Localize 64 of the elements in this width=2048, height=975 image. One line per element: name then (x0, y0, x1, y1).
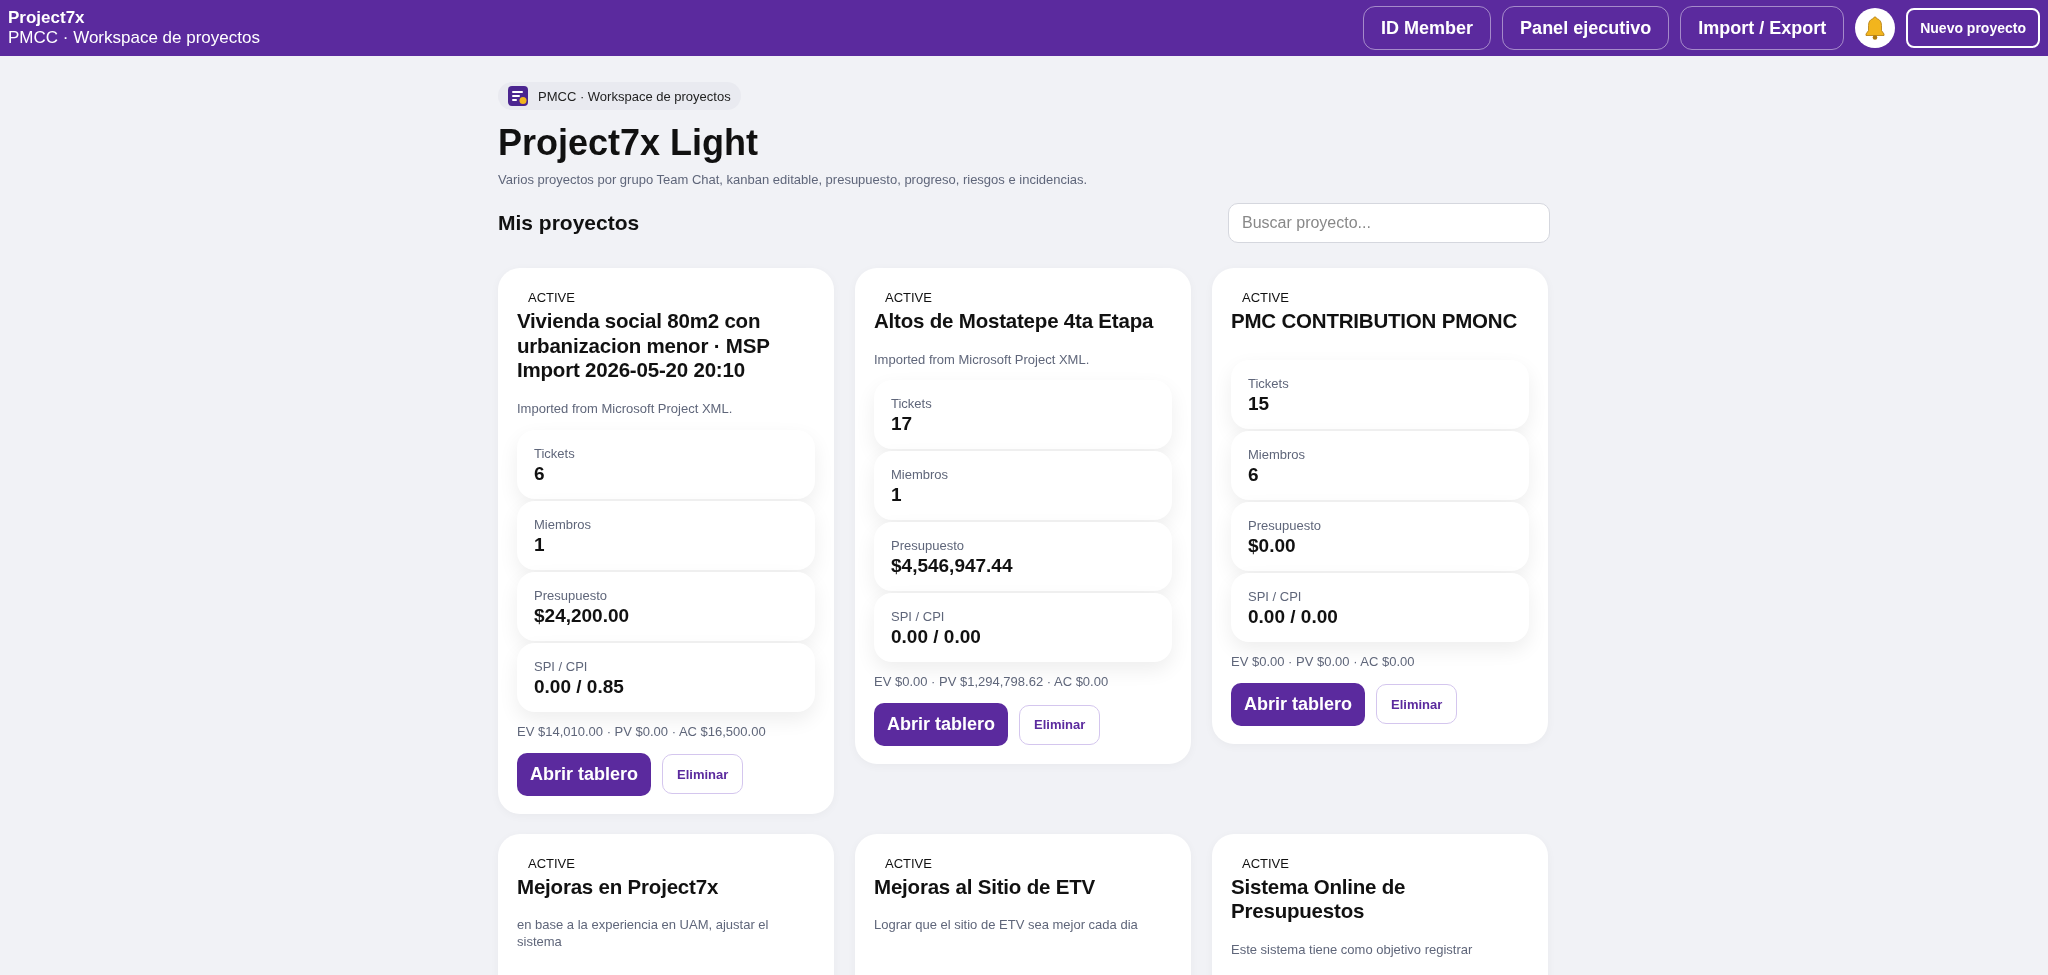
project-title: Mejoras al Sitio de ETV (874, 874, 1095, 900)
project-title: PMC CONTRIBUTION PMONC (1231, 309, 1517, 334)
status-label: ACTIVE (1241, 290, 1289, 305)
project-title: Sistema Online de Presupuestos (1231, 874, 1407, 924)
section-title: Mis proyectos (498, 211, 640, 235)
project-description: en base a la experiencia en UAM, ajustar el sistema (517, 917, 770, 952)
status-label: ACTIVE (527, 290, 575, 305)
stat-value: 1 (534, 533, 546, 556)
stat-value: 0.00 / 0.85 (534, 675, 625, 698)
project-title: Mejoras en Project7x (517, 874, 719, 900)
stat-label: Miembros (1248, 446, 1307, 462)
stat-label: Presupuesto (534, 587, 608, 603)
stat-label: SPI / CPI (891, 609, 946, 625)
stat-value: 0.00 / 0.00 (891, 626, 982, 649)
header-button[interactable]: Import / Export (1680, 6, 1845, 50)
delete-button[interactable]: Eliminar (1376, 684, 1458, 725)
evm-summary: EV $14,010.00 · PV $0.00 · AC $16,500.00 (517, 723, 766, 739)
delete-button[interactable]: Eliminar (1019, 705, 1101, 745)
page-title: Project7x Light (498, 122, 760, 164)
open-board-button[interactable]: Abrir tablero (874, 703, 1009, 747)
stat-label: Miembros (891, 467, 950, 483)
stat-label: Tickets (1248, 375, 1290, 391)
status-label: ACTIVE (884, 290, 932, 305)
header-button[interactable]: ID Member (1363, 6, 1492, 50)
page-description: Varios proyectos por grupo Team Chat, kanban editable, presupuesto, progreso, riesgos e incidencias. (498, 172, 1089, 187)
bell-icon (1863, 15, 1888, 41)
stat-label: Tickets (534, 445, 576, 461)
stat-value: 6 (534, 462, 546, 485)
stat-label: Miembros (534, 516, 593, 532)
stat-value: 17 (891, 413, 914, 436)
status-label: ACTIVE (1241, 855, 1289, 871)
project-description: Este sistema tiene como objetivo registrar (1231, 941, 1473, 959)
workspace-name: PMCC · Workspace de proyectos (8, 28, 260, 48)
stat-label: Presupuesto (1248, 517, 1322, 533)
evm-summary: EV $0.00 · PV $1,294,798.62 · AC $0.00 (874, 674, 1109, 690)
open-board-button[interactable]: Abrir tablero (517, 752, 652, 796)
stat-value: 6 (1248, 463, 1260, 486)
app-name: Project7x (8, 8, 86, 28)
project-title: Altos de Mostatepe 4ta Etapa (874, 309, 1154, 334)
stat-value: 1 (891, 484, 903, 507)
new-project-button[interactable]: Nuevo proyecto (1906, 8, 2040, 48)
evm-summary: EV $0.00 · PV $0.00 · AC $0.00 (1231, 653, 1415, 669)
stat-value: $24,200.00 (534, 604, 631, 627)
notifications-button[interactable] (1855, 8, 1896, 48)
stat-value: $0.00 (1248, 534, 1297, 557)
stat-label: Presupuesto (891, 538, 965, 554)
stat-value: $4,546,947.44 (891, 555, 1014, 578)
breadcrumb-text: PMCC · Workspace de proyectos (538, 88, 731, 104)
status-label: ACTIVE (884, 855, 932, 871)
project-description: Lograr que el sitio de ETV sea mejor cada dia (874, 917, 1138, 935)
open-board-button[interactable]: Abrir tablero (1231, 682, 1366, 726)
project-title: Vivienda social 80m2 con urbanizacion menor · MSP Import 2026-05-20 20:10 (517, 309, 771, 383)
stat-value: 0.00 / 0.00 (1248, 605, 1339, 628)
stat-value: 15 (1248, 392, 1271, 415)
header-button[interactable]: Panel ejecutivo (1502, 6, 1670, 50)
logo-icon (508, 86, 528, 106)
stat-label: Tickets (891, 396, 933, 412)
search-field[interactable]: Buscar proyecto... (1228, 203, 1550, 243)
status-label: ACTIVE (527, 855, 575, 871)
stat-label: SPI / CPI (534, 658, 589, 674)
project-description: Imported from Microsoft Project XML. (517, 400, 733, 418)
project-description: Imported from Microsoft Project XML. (874, 351, 1090, 369)
stat-label: SPI / CPI (1248, 588, 1303, 604)
delete-button[interactable]: Eliminar (662, 754, 744, 795)
